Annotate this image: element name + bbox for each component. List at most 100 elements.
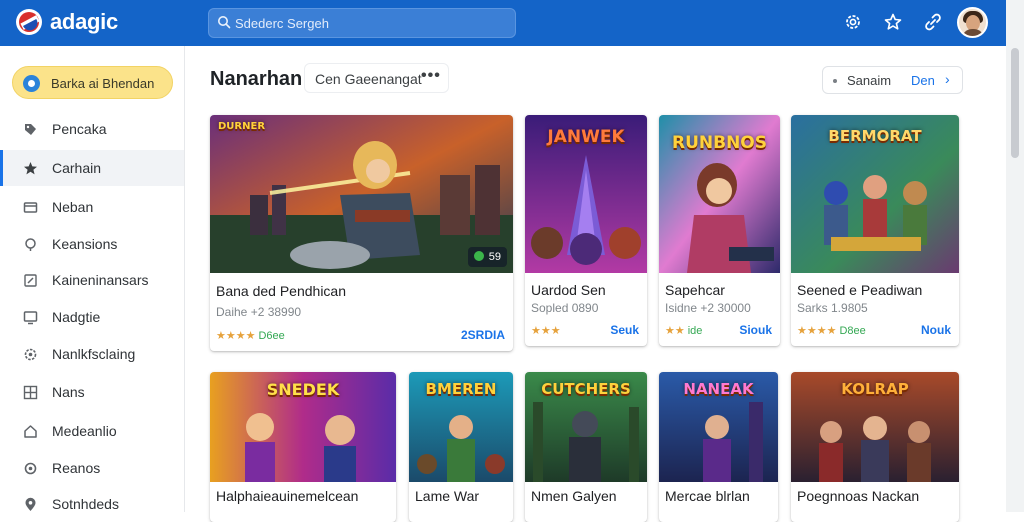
game-title[interactable]: Uardod Sen — [531, 282, 606, 298]
game-title[interactable]: Bana ded Pendhican — [216, 283, 346, 299]
sort-label: Sanaim — [847, 73, 892, 88]
link-icon[interactable] — [923, 12, 943, 32]
game-cover-image: CUTCHERS — [525, 372, 647, 482]
sidebar-item-sotnhdeds[interactable]: Sotnhdeds — [0, 486, 184, 522]
more-options-icon[interactable]: ••• — [421, 67, 441, 85]
rating-stars: ★★★★ D8ee — [797, 325, 866, 337]
cover-title-text: RUNBNOS — [671, 133, 767, 153]
game-title[interactable]: Poegnnoas Nackan — [797, 488, 919, 504]
sidebar-item-label: Keansions — [52, 236, 118, 252]
game-price[interactable]: Nouk — [921, 323, 951, 337]
sidebar-item-keansions[interactable]: Keansions — [0, 226, 184, 262]
game-card[interactable]: CUTCHERS Nmen Galyen — [525, 372, 647, 522]
page-scrollbar[interactable] — [1006, 0, 1024, 512]
game-price[interactable]: Siouk — [739, 323, 772, 337]
sidebar-item-nans[interactable]: Nans — [0, 374, 184, 410]
filter-chip[interactable]: Cen Gaeenangat ••• — [304, 63, 449, 93]
game-card[interactable]: JANWEK Uardod Sen Sopled 0890 ★★★ Seuk — [525, 115, 647, 346]
game-subtitle: Sopled 0890 — [531, 301, 599, 315]
sidebar-item-medeanlio[interactable]: Medeanlio — [0, 413, 184, 449]
filter-label: Cen Gaeenangat — [315, 71, 422, 87]
sidebar-item-label: Reanos — [52, 460, 101, 476]
game-price[interactable]: Seuk — [610, 323, 639, 337]
sidebar-item-nadgtie[interactable]: Nadgtie — [0, 299, 184, 335]
sidebar-item-label: Pencaka — [52, 121, 107, 137]
edit-icon — [24, 274, 37, 287]
game-title[interactable]: Sapehcar — [665, 282, 725, 298]
card-icon — [23, 202, 38, 213]
game-cover-image: JANWEK — [525, 115, 647, 273]
sidebar-item-label: Kaineninansars — [52, 272, 149, 288]
search-icon — [218, 16, 231, 29]
sidebar-primary-button[interactable]: Barka ai Bhendan — [12, 66, 173, 99]
sidebar-item-label: Carhain — [52, 160, 102, 176]
game-card[interactable]: DURNER 59 Bana ded Pendhican Daihe +2 38… — [210, 115, 513, 351]
star-icon — [24, 162, 37, 175]
location-icon — [25, 497, 36, 511]
cover-title-text: NANEAK — [683, 380, 754, 398]
cover-title-text: KOLRAP — [841, 380, 909, 398]
game-title[interactable]: Mercae blrlan — [665, 488, 750, 504]
check-icon — [473, 251, 484, 261]
page-title: Nanarhan — [210, 68, 303, 90]
game-title[interactable]: Seened e Peadiwan — [797, 282, 922, 298]
game-cover-image: NANEAK — [659, 372, 778, 482]
rating-stars: ★★★ — [531, 325, 561, 337]
sidebar-primary-label: Barka ai Bhendan — [51, 76, 155, 91]
game-card[interactable]: RUNBNOS Sapehcar Isidne +2 30000 ★★ ide S… — [659, 115, 780, 346]
game-cover-image: KOLRAP — [791, 372, 959, 482]
sidebar: Barka ai Bhendan Pencaka Carhain Neban K… — [0, 46, 185, 512]
scrollbar-thumb[interactable] — [1011, 48, 1019, 158]
compass-icon — [23, 75, 40, 92]
sort-value: Den — [911, 73, 935, 88]
game-cover-image: RUNBNOS — [659, 115, 780, 273]
rating-text: D8ee — [839, 325, 866, 337]
cover-title-text: DURNER — [218, 121, 266, 132]
sidebar-item-reanos[interactable]: Reanos — [0, 450, 184, 486]
monitor-icon — [23, 311, 38, 325]
cover-title-text: BERMORAT — [828, 127, 922, 145]
sidebar-item-neban[interactable]: Neban — [0, 189, 184, 225]
star-icon[interactable] — [883, 12, 903, 32]
search-input[interactable] — [235, 12, 505, 34]
settings-cog-icon[interactable] — [843, 12, 863, 32]
user-avatar[interactable] — [957, 7, 988, 38]
sidebar-item-carhain[interactable]: Carhain — [0, 150, 184, 186]
game-card[interactable]: BMEREN Lame War — [409, 372, 513, 522]
sidebar-item-nanlkfsclaing[interactable]: Nanlkfsclaing — [0, 336, 184, 372]
badge-value: 59 — [488, 251, 501, 263]
rating-stars: ★★★★ D6ee — [216, 330, 285, 342]
sort-dropdown[interactable]: Sanaim Den › — [822, 66, 963, 94]
game-subtitle: Sarks 1.9805 — [797, 301, 868, 315]
circle-icon — [24, 462, 37, 475]
app-title[interactable]: adagic — [50, 9, 118, 35]
game-card[interactable]: SNEDEK Halphaieauinemelcean — [210, 372, 396, 522]
sidebar-item-label: Nans — [52, 384, 85, 400]
player-count-badge: 59 — [467, 247, 507, 267]
sidebar-item-kaineninansars[interactable]: Kaineninansars — [0, 262, 184, 298]
home-icon — [24, 425, 37, 438]
grid-icon — [23, 385, 38, 400]
settings-icon — [24, 348, 37, 361]
chevron-right-icon: › — [945, 71, 950, 87]
sidebar-item-label: Nadgtie — [52, 309, 101, 325]
sidebar-item-label: Sotnhdeds — [52, 496, 119, 512]
cover-title-text: BMEREN — [425, 380, 497, 398]
game-subtitle: Isidne +2 30000 — [665, 301, 751, 315]
sidebar-item-label: Neban — [52, 199, 94, 215]
rating-text: D6ee — [258, 330, 285, 342]
game-price[interactable]: 2SRDIA — [461, 328, 505, 342]
sidebar-item-label: Nanlkfsclaing — [52, 346, 136, 362]
game-title[interactable]: Lame War — [415, 488, 479, 504]
sidebar-item-label: Medeanlio — [52, 423, 117, 439]
cover-title-text: JANWEK — [547, 127, 625, 147]
game-card[interactable]: KOLRAP Poegnnoas Nackan — [791, 372, 959, 522]
game-card[interactable]: NANEAK Mercae blrlan — [659, 372, 778, 522]
top-bar: adagic — [0, 0, 1006, 46]
sidebar-item-pencaka[interactable]: Pencaka — [0, 111, 184, 147]
game-title[interactable]: Nmen Galyen — [531, 488, 617, 504]
search-bar[interactable] — [208, 8, 516, 38]
app-logo[interactable] — [16, 9, 42, 35]
game-card[interactable]: BERMORAT Seened e Peadiwan Sarks 1.9805 … — [791, 115, 959, 346]
game-title[interactable]: Halphaieauinemelcean — [216, 488, 358, 504]
